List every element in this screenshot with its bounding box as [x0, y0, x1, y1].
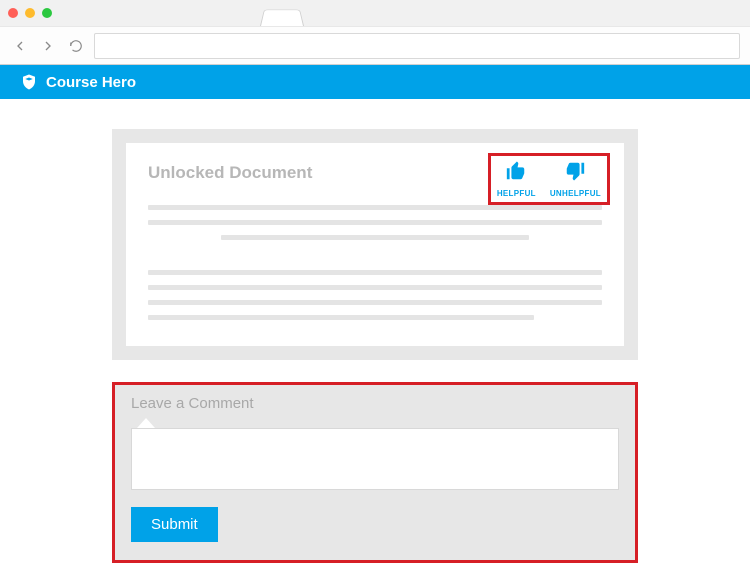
unhelpful-button[interactable]: UNHELPFUL: [550, 160, 601, 198]
browser-toolbar: [0, 26, 750, 64]
comment-section-highlight: Leave a Comment Submit: [112, 382, 638, 563]
helpful-button[interactable]: HELPFUL: [497, 160, 536, 198]
rating-box: HELPFUL UNHELPFUL: [488, 153, 610, 205]
speech-pointer-icon: [137, 418, 155, 428]
browser-chrome: [0, 0, 750, 65]
shield-book-icon: [20, 73, 38, 91]
brand-name: Course Hero: [46, 74, 136, 91]
comment-card: Leave a Comment Submit: [115, 385, 635, 560]
window-maximize-icon[interactable]: [42, 8, 52, 18]
comment-title: Leave a Comment: [131, 395, 619, 412]
browser-tab[interactable]: [260, 10, 304, 26]
document-text-placeholder: [148, 205, 602, 320]
thumb-down-icon: [562, 160, 588, 187]
forward-button[interactable]: [38, 36, 58, 56]
window-minimize-icon[interactable]: [25, 8, 35, 18]
site-header: Course Hero: [0, 65, 750, 99]
reload-button[interactable]: [66, 36, 86, 56]
back-button[interactable]: [10, 36, 30, 56]
comment-input[interactable]: [131, 428, 619, 490]
thumb-up-icon: [503, 160, 529, 187]
helpful-label: HELPFUL: [497, 189, 536, 198]
url-input[interactable]: [94, 33, 740, 59]
window-tabstrip: [0, 0, 750, 26]
document-body: Unlocked Document HELPFUL UNHELPFUL: [126, 143, 624, 346]
page-content: Unlocked Document HELPFUL UNHELPFUL: [0, 99, 750, 563]
unhelpful-label: UNHELPFUL: [550, 189, 601, 198]
window-close-icon[interactable]: [8, 8, 18, 18]
submit-button[interactable]: Submit: [131, 507, 218, 542]
document-card: Unlocked Document HELPFUL UNHELPFUL: [112, 129, 638, 360]
